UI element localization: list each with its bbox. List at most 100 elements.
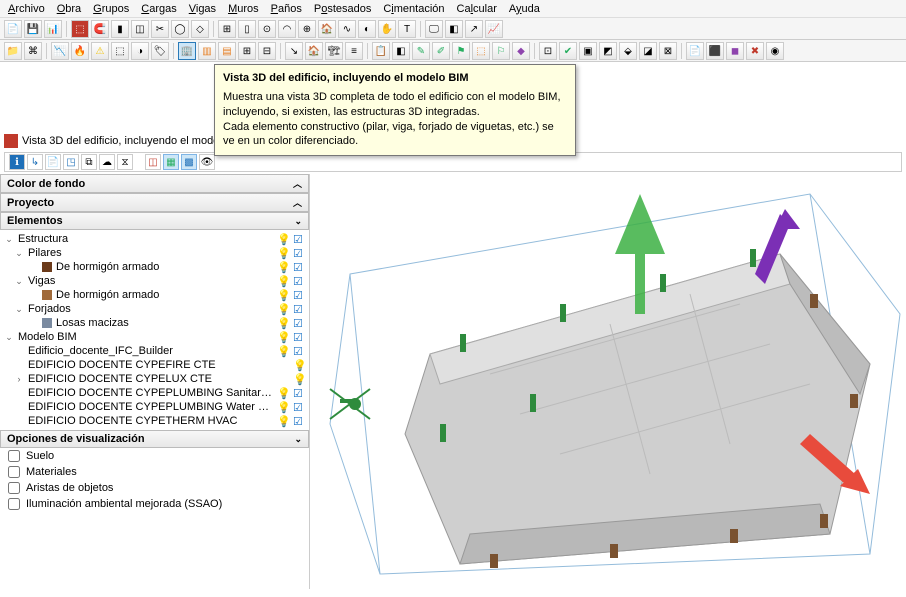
tree-estructura[interactable]: ⌄Estructura 💡 ☑ <box>0 232 309 246</box>
building-icon[interactable]: 🏗 <box>325 42 343 60</box>
panel-elementos[interactable]: Elementos⌄ <box>0 212 309 230</box>
flag-icon[interactable]: ⚑ <box>452 42 470 60</box>
opt-ssao[interactable]: Iluminación ambiental mejorada (SSAO) <box>0 496 309 512</box>
tool-icon[interactable]: ▥ <box>198 42 216 60</box>
hand-icon[interactable]: ✋ <box>378 20 396 38</box>
menu-cimentacion[interactable]: Cimentación <box>383 3 444 15</box>
close-icon[interactable]: ✖ <box>746 42 764 60</box>
bulb-icon[interactable]: 💡 <box>277 247 289 259</box>
tool-icon[interactable]: ⊞ <box>218 20 236 38</box>
tool-icon[interactable]: ⊕ <box>298 20 316 38</box>
tree-pilares[interactable]: ⌄Pilares 💡 ☑ <box>0 246 309 260</box>
doc-icon[interactable]: 📋 <box>372 42 390 60</box>
menu-cargas[interactable]: Cargas <box>141 3 176 15</box>
cube-icon[interactable]: ◳ <box>63 154 79 170</box>
bulb-icon[interactable]: 💡 <box>277 289 289 301</box>
circle-icon[interactable]: ◯ <box>171 20 189 38</box>
checkbox-materiales[interactable] <box>8 466 20 478</box>
checkbox-icon[interactable]: ☑ <box>293 415 305 427</box>
grid-icon[interactable]: ▩ <box>181 154 197 170</box>
home2-icon[interactable]: 🏠 <box>305 42 323 60</box>
graph-icon[interactable]: 📉 <box>51 42 69 60</box>
arrow2-icon[interactable]: ↘ <box>285 42 303 60</box>
tool-icon[interactable]: ◪ <box>639 42 657 60</box>
bulb-off-icon[interactable]: 💡 <box>293 373 305 385</box>
layers-icon[interactable]: ⧉ <box>81 154 97 170</box>
screen-icon[interactable]: 🖵 <box>425 20 443 38</box>
menu-obra[interactable]: Obra <box>57 3 81 15</box>
checkbox-icon[interactable]: ☑ <box>293 303 305 315</box>
tool-icon[interactable]: ◐ <box>358 20 376 38</box>
cut-icon[interactable]: ✂ <box>151 20 169 38</box>
curve-icon[interactable]: ∿ <box>338 20 356 38</box>
panel-opciones[interactable]: Opciones de visualización⌄ <box>0 430 309 448</box>
tool-icon[interactable]: ⬙ <box>619 42 637 60</box>
doc2-icon[interactable]: 📄 <box>686 42 704 60</box>
cloud-icon[interactable]: ☁ <box>99 154 115 170</box>
menu-ayuda[interactable]: Ayuda <box>509 3 540 15</box>
3d-view-bim-icon[interactable]: 🏢 <box>178 42 196 60</box>
tool-icon[interactable]: ▣ <box>579 42 597 60</box>
view-icon[interactable]: ▦ <box>163 154 179 170</box>
link-icon[interactable]: ⧖ <box>117 154 133 170</box>
checkbox-icon[interactable]: ☑ <box>293 233 305 245</box>
bulb-icon[interactable]: 💡 <box>277 233 289 245</box>
tool-icon[interactable]: ◼ <box>726 42 744 60</box>
menu-muros[interactable]: Muros <box>228 3 259 15</box>
checkbox-icon[interactable]: ☑ <box>293 331 305 343</box>
arrow-icon[interactable]: ↗ <box>465 20 483 38</box>
edit2-icon[interactable]: ✐ <box>432 42 450 60</box>
doc-icon[interactable]: 📄 <box>45 154 61 170</box>
bulb-icon[interactable]: 💡 <box>277 387 289 399</box>
checkbox-ssao[interactable] <box>8 498 20 510</box>
text-icon[interactable]: T <box>398 20 416 38</box>
tree-modelo-bim[interactable]: ⌄Modelo BIM 💡 ☑ <box>0 330 309 344</box>
bulb-icon[interactable]: 💡 <box>277 261 289 273</box>
tool-icon[interactable]: ◧ <box>445 20 463 38</box>
info-icon[interactable]: ℹ <box>9 154 25 170</box>
menu-calcular[interactable]: Calcular <box>457 3 497 15</box>
tool-icon[interactable]: ⊡ <box>539 42 557 60</box>
tool-icon[interactable]: ◩ <box>599 42 617 60</box>
tree-vigas[interactable]: ⌄Vigas 💡 ☑ <box>0 274 309 288</box>
tool-icon[interactable]: ⬚ <box>71 20 89 38</box>
menu-postesados[interactable]: Postesados <box>314 3 372 15</box>
checkbox-icon[interactable]: ☑ <box>293 317 305 329</box>
flag2-icon[interactable]: ⚐ <box>492 42 510 60</box>
eye-icon[interactable]: 👁 <box>199 154 215 170</box>
checkbox-icon[interactable]: ☑ <box>293 387 305 399</box>
tool-icon[interactable]: ◑ <box>131 42 149 60</box>
tool-icon[interactable]: ◧ <box>392 42 410 60</box>
checkbox-icon[interactable]: ☑ <box>293 275 305 287</box>
panel-color[interactable]: Color de fondo︿ <box>0 174 309 193</box>
tree-losas[interactable]: Losas macizas 💡 ☑ <box>0 316 309 330</box>
pillar-icon[interactable]: ▮ <box>111 20 129 38</box>
door-icon[interactable]: ▯ <box>238 20 256 38</box>
check-icon[interactable]: ✔ <box>559 42 577 60</box>
tool-icon[interactable]: ⬛ <box>706 42 724 60</box>
tree-cypeplumb-sanitary[interactable]: EDIFICIO DOCENTE CYPEPLUMBING Sanitary S… <box>0 386 309 400</box>
tree-vigas-hormigon[interactable]: De hormigón armado 💡 ☑ <box>0 288 309 302</box>
tree-cypefire[interactable]: EDIFICIO DOCENTE CYPEFIRE CTE 💡 <box>0 358 309 372</box>
tag-icon[interactable]: ◇ <box>191 20 209 38</box>
checkbox-icon[interactable]: ☑ <box>293 289 305 301</box>
tree-cypeplumb-water[interactable]: EDIFICIO DOCENTE CYPEPLUMBING Water Syst… <box>0 400 309 414</box>
tree-cypelux[interactable]: ›EDIFICIO DOCENTE CYPELUX CTE 💡 <box>0 372 309 386</box>
home-icon[interactable]: 🏠 <box>318 20 336 38</box>
new-icon[interactable]: 📄 <box>4 20 22 38</box>
menu-archivo[interactable]: AArchivorchivo <box>8 3 45 15</box>
tool-icon[interactable]: ⊠ <box>659 42 677 60</box>
chart-icon[interactable]: 📊 <box>44 20 62 38</box>
split-icon[interactable]: ◫ <box>145 154 161 170</box>
checkbox-icon[interactable]: ☑ <box>293 345 305 357</box>
panel-proyecto[interactable]: Proyecto︿ <box>0 193 309 212</box>
tool-icon[interactable]: ◉ <box>766 42 784 60</box>
opt-materiales[interactable]: Materiales <box>0 464 309 480</box>
tree-forjados[interactable]: ⌄Forjados 💡 ☑ <box>0 302 309 316</box>
bracket-icon[interactable]: ↳ <box>27 154 43 170</box>
checkbox-suelo[interactable] <box>8 450 20 462</box>
tree-cypetherm[interactable]: EDIFICIO DOCENTE CYPETHERM HVAC 💡 ☑ <box>0 414 309 428</box>
checkbox-icon[interactable]: ☑ <box>293 261 305 273</box>
warn-icon[interactable]: ⚠ <box>91 42 109 60</box>
checkbox-icon[interactable]: ☑ <box>293 247 305 259</box>
